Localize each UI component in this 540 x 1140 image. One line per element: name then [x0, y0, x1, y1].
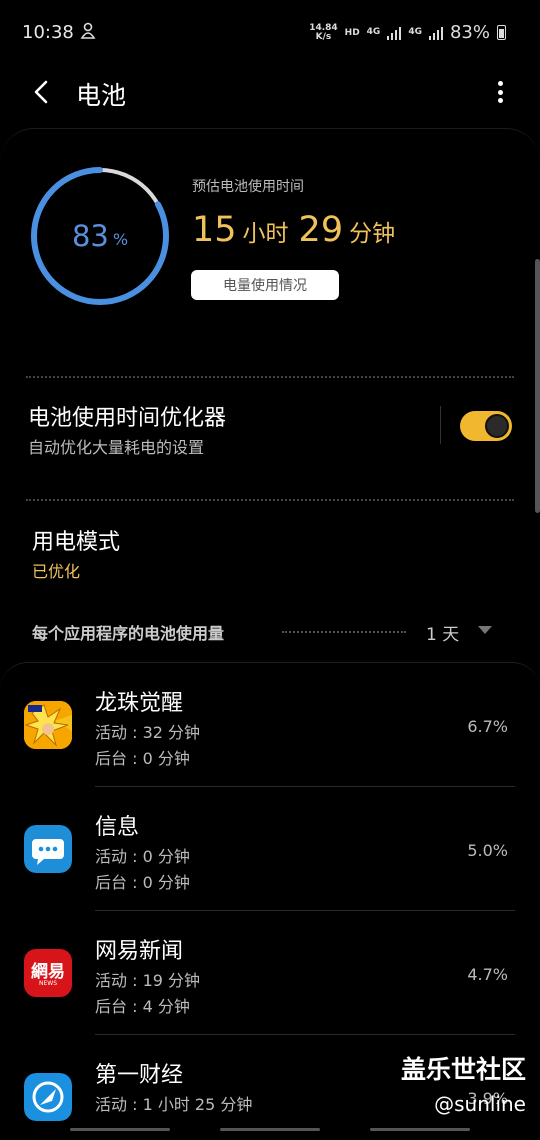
list-item[interactable]: 網易 NEWS 网易新闻 活动 : 19 分钟 后台 : 4 分钟 4.7%: [0, 911, 540, 1035]
status-bar: 10:38 14.84 K/s HD 4G 4G 83%: [0, 0, 540, 64]
dropdown-arrow-icon[interactable]: [478, 626, 492, 634]
estimate-hours: 15: [192, 210, 237, 250]
estimate-minutes: 29: [298, 210, 344, 250]
battery-usage-button[interactable]: 电量使用情况: [191, 270, 339, 300]
estimate-label: 预估电池使用时间: [192, 179, 304, 195]
notification-icon: [80, 22, 96, 44]
page-title: 电池: [76, 81, 127, 110]
dotted-leader: [282, 631, 406, 633]
estimate-hours-unit: 小时: [242, 221, 289, 247]
app-active-time: 活动 : 1 小时 25 分钟: [95, 1095, 253, 1114]
app-active-time: 活动 : 0 分钟: [95, 847, 190, 866]
app-active-time: 活动 : 32 分钟: [95, 723, 201, 742]
list-item[interactable]: 信息 活动 : 0 分钟 后台 : 0 分钟 5.0%: [0, 787, 540, 911]
watermark-title: 盖乐世社区: [400, 1055, 526, 1084]
power-mode-title[interactable]: 用电模式: [32, 524, 120, 556]
battery-level-unit: %: [112, 229, 129, 249]
app-header: 电池: [0, 64, 540, 124]
netease-icon-subtext: NEWS: [38, 980, 58, 987]
network-speed-unit: K/s: [315, 31, 332, 42]
app-background-time: 后台 : 4 分钟: [95, 997, 190, 1016]
power-mode-value: 已优化: [32, 562, 81, 581]
signal-icon-2: [428, 26, 443, 40]
battery-level-text: 83 %: [28, 164, 172, 308]
more-vertical-icon: [497, 81, 503, 86]
network-type-1: 4G: [366, 27, 381, 37]
status-time: 10:38: [22, 22, 74, 43]
per-app-usage-label: 每个应用程序的电池使用量: [32, 624, 225, 643]
divider: [26, 376, 514, 378]
app-name: 信息: [95, 815, 140, 840]
netease-news-app-icon: 網易 NEWS: [24, 949, 72, 997]
netease-icon-text: 網易: [31, 962, 65, 982]
battery-icon: [497, 25, 506, 40]
yicai-app-icon: [24, 1073, 72, 1121]
period-dropdown[interactable]: 1 天: [426, 620, 459, 645]
chevron-left-icon: [34, 80, 48, 104]
app-usage-percent: 5.0%: [467, 841, 508, 860]
battery-percent: 83%: [449, 22, 490, 43]
vertical-divider: [440, 406, 441, 444]
back-button[interactable]: [26, 76, 58, 108]
scrollbar[interactable]: [535, 259, 540, 513]
messages-app-icon: [24, 825, 72, 873]
estimate-minutes-unit: 分钟: [349, 221, 396, 247]
app-name: 网易新闻: [95, 939, 184, 964]
network-type-2: 4G: [408, 27, 422, 37]
app-background-time: 后台 : 0 分钟: [95, 873, 190, 892]
optimizer-subtitle: 自动优化大量耗电的设置: [28, 438, 205, 457]
app-usage-percent: 4.7%: [467, 965, 508, 984]
gesture-hint-left: [70, 1128, 170, 1131]
signal-icon-1: [387, 26, 402, 40]
gesture-hint-center: [220, 1128, 320, 1131]
divider: [26, 499, 514, 501]
more-options-button[interactable]: [490, 78, 510, 106]
app-name: 第一财经: [95, 1063, 184, 1088]
dragon-ball-app-icon: [24, 701, 72, 749]
hd-indicator: HD: [344, 27, 360, 38]
app-usage-percent: 6.7%: [467, 717, 508, 736]
optimizer-title: 电池使用时间优化器: [28, 406, 227, 431]
app-active-time: 活动 : 19 分钟: [95, 971, 201, 990]
status-indicators: 14.84 K/s HD 4G 4G 83%: [309, 22, 506, 43]
estimated-time: 15 小时 29 分钟: [192, 210, 405, 250]
list-item[interactable]: 龙珠觉醒 活动 : 32 分钟 后台 : 0 分钟 6.7%: [0, 663, 540, 787]
battery-level-number: 83: [71, 219, 109, 253]
optimizer-toggle[interactable]: [460, 411, 512, 441]
gesture-hint-right: [370, 1128, 470, 1131]
app-name: 龙珠觉醒: [95, 691, 184, 716]
network-speed: 14.84 K/s: [309, 23, 337, 42]
watermark-user: @sunline: [434, 1092, 526, 1116]
toggle-knob: [485, 414, 509, 438]
battery-level-ring: 83 %: [28, 164, 172, 308]
app-background-time: 后台 : 0 分钟: [95, 749, 190, 768]
